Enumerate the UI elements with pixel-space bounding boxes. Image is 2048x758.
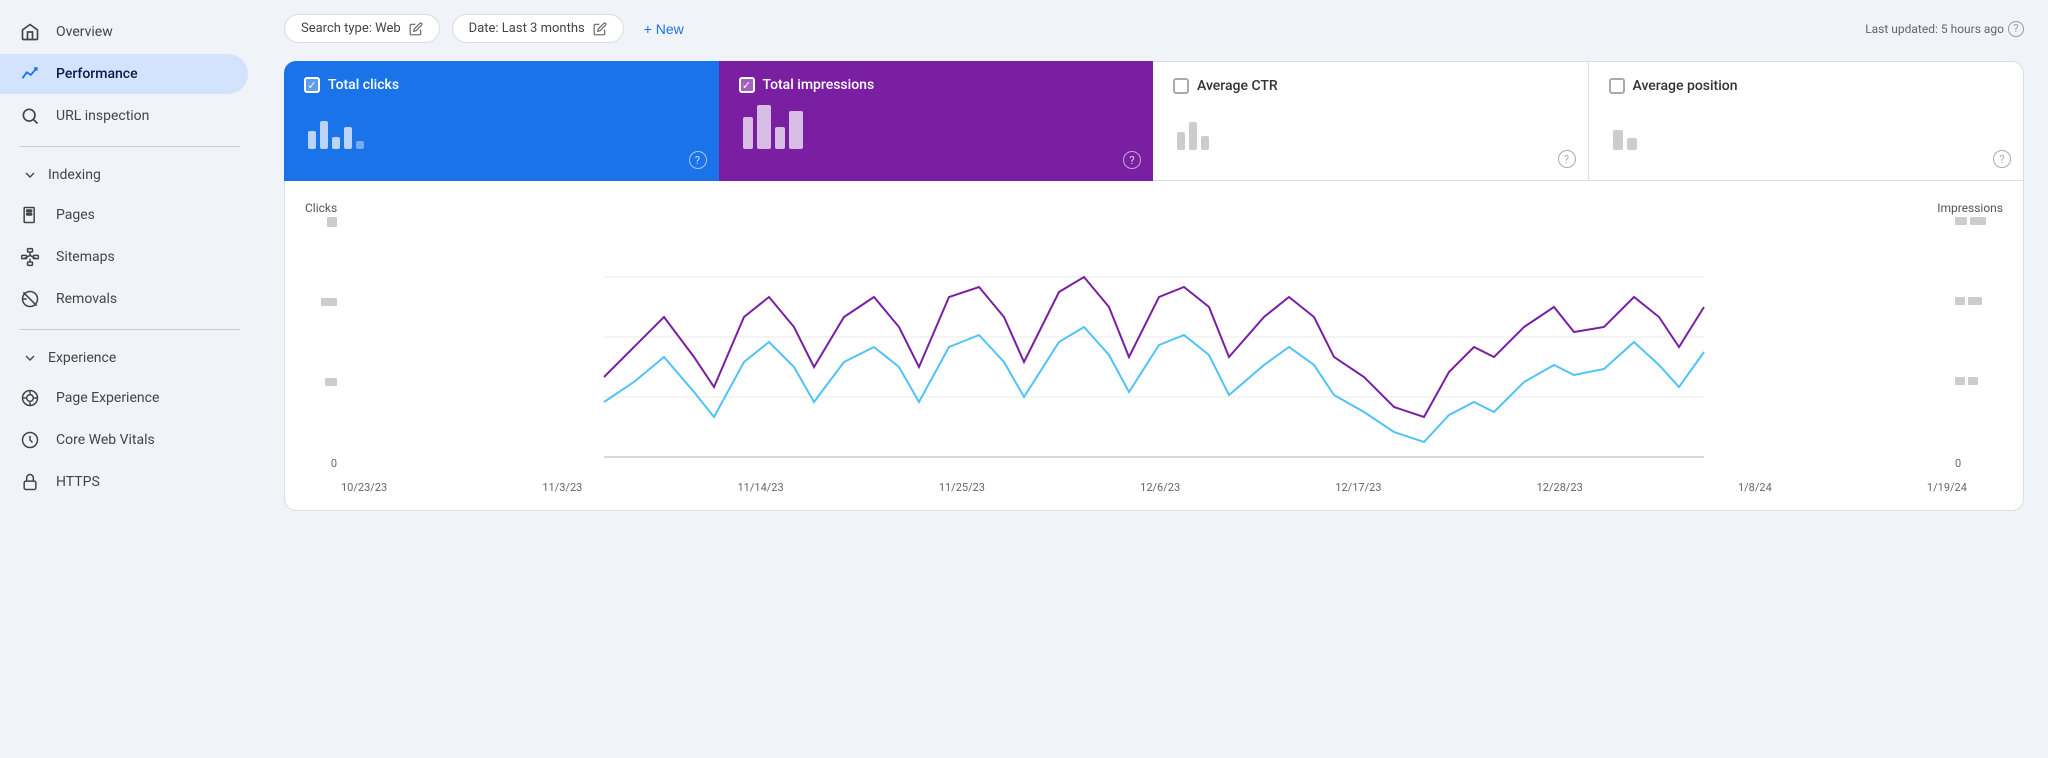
metric-average-position[interactable]: Average position ? — [1589, 61, 2025, 181]
sidebar-section-indexing-label: Indexing — [48, 167, 101, 183]
sidebar-item-removals-label: Removals — [56, 291, 117, 307]
metrics-row: ✓ Total clicks ? ✓ Total impressions — [284, 61, 2024, 181]
chart-left-label: Clicks — [305, 201, 337, 215]
sidebar-item-removals[interactable]: Removals — [0, 279, 248, 319]
sidebar-divider-2 — [20, 329, 240, 330]
sidebar-divider-1 — [20, 146, 240, 147]
checkbox-total-impressions[interactable]: ✓ — [739, 77, 755, 93]
metric-impressions-help[interactable]: ? — [1123, 151, 1141, 169]
sidebar-item-core-web-vitals-label: Core Web Vitals — [56, 432, 155, 448]
sidebar-item-page-experience-label: Page Experience — [56, 390, 159, 406]
metric-total-impressions-label: Total impressions — [763, 77, 875, 93]
x-label-7: 1/8/24 — [1738, 481, 1772, 494]
y-label-zero-left: 0 — [331, 457, 337, 470]
x-label-8: 1/19/24 — [1927, 481, 1967, 494]
x-label-5: 12/17/23 — [1335, 481, 1381, 494]
y-label-mid-left — [321, 298, 337, 306]
sidebar-section-experience-label: Experience — [48, 350, 116, 366]
checkbox-total-clicks[interactable]: ✓ — [304, 77, 320, 93]
metric-average-ctr[interactable]: Average CTR ? — [1153, 61, 1589, 181]
checkbox-average-position[interactable] — [1609, 78, 1625, 94]
x-label-4: 12/6/23 — [1140, 481, 1180, 494]
removals-icon — [20, 289, 40, 309]
date-label: Date: Last 3 months — [469, 21, 585, 36]
metric-total-impressions[interactable]: ✓ Total impressions ? — [719, 61, 1154, 181]
y-label-top-left — [327, 217, 337, 227]
sidebar-item-https-label: HTTPS — [56, 474, 100, 490]
sidebar-item-pages[interactable]: Pages — [0, 195, 248, 235]
sidebar-section-experience[interactable]: Experience — [0, 340, 260, 376]
new-button[interactable]: + New — [636, 15, 692, 43]
metric-average-position-label: Average position — [1633, 78, 1738, 94]
x-axis-labels: 10/23/23 11/3/23 11/14/23 11/25/23 12/6/… — [305, 477, 2003, 494]
search-type-filter[interactable]: Search type: Web — [284, 14, 440, 43]
chevron-down-icon-2 — [20, 348, 40, 368]
checkbox-average-ctr[interactable] — [1173, 78, 1189, 94]
y-label-zero-right: 0 — [1955, 457, 1961, 470]
sidebar-item-performance[interactable]: Performance — [0, 54, 248, 94]
core-web-vitals-icon — [20, 430, 40, 450]
chevron-down-icon — [20, 165, 40, 185]
x-label-3: 11/25/23 — [939, 481, 985, 494]
sidebar-item-https[interactable]: HTTPS — [0, 462, 248, 502]
metric-total-clicks[interactable]: ✓ Total clicks ? — [284, 61, 719, 181]
new-label: + New — [644, 21, 684, 37]
metric-ctr-help[interactable]: ? — [1558, 150, 1576, 168]
sidebar-item-sitemaps-label: Sitemaps — [56, 249, 115, 265]
sidebar-item-pages-label: Pages — [56, 207, 95, 223]
page-experience-icon — [20, 388, 40, 408]
x-label-6: 12/28/23 — [1537, 481, 1583, 494]
chart-container: Clicks Impressions 0 — [284, 181, 2024, 511]
sidebar-item-overview[interactable]: Overview — [0, 12, 248, 52]
x-label-2: 11/14/23 — [737, 481, 783, 494]
metric-clicks-help[interactable]: ? — [689, 151, 707, 169]
home-icon — [20, 22, 40, 42]
pages-icon — [20, 205, 40, 225]
edit-icon — [409, 22, 423, 36]
x-label-0: 10/23/23 — [341, 481, 387, 494]
sidebar-item-url-inspection[interactable]: URL inspection — [0, 96, 248, 136]
https-icon — [20, 472, 40, 492]
sidebar-item-overview-label: Overview — [56, 24, 113, 40]
sidebar: Overview Performance URL inspection Inde… — [0, 0, 260, 758]
trending-up-icon — [20, 64, 40, 84]
edit-date-icon — [593, 22, 607, 36]
sidebar-section-indexing[interactable]: Indexing — [0, 157, 260, 193]
info-icon: ? — [2008, 21, 2024, 37]
metric-total-clicks-label: Total clicks — [328, 77, 399, 93]
performance-chart — [341, 217, 1967, 477]
main-content: Search type: Web Date: Last 3 months + N… — [260, 0, 2048, 758]
sidebar-item-core-web-vitals[interactable]: Core Web Vitals — [0, 420, 248, 460]
sidebar-item-url-inspection-label: URL inspection — [56, 108, 149, 124]
metric-average-ctr-label: Average CTR — [1197, 78, 1278, 94]
sidebar-item-performance-label: Performance — [56, 66, 138, 82]
last-updated-text: Last updated: 5 hours ago — [1865, 22, 2004, 36]
sidebar-item-sitemaps[interactable]: Sitemaps — [0, 237, 248, 277]
sidebar-item-page-experience[interactable]: Page Experience — [0, 378, 248, 418]
sitemaps-icon — [20, 247, 40, 267]
topbar: Search type: Web Date: Last 3 months + N… — [284, 0, 2024, 61]
search-type-label: Search type: Web — [301, 21, 401, 36]
last-updated: Last updated: 5 hours ago ? — [1865, 21, 2024, 37]
chart-right-label: Impressions — [1937, 201, 2003, 215]
x-label-1: 11/3/23 — [542, 481, 582, 494]
y-label-bot-left — [325, 378, 337, 386]
search-icon — [20, 106, 40, 126]
metric-position-help[interactable]: ? — [1993, 150, 2011, 168]
date-filter[interactable]: Date: Last 3 months — [452, 14, 624, 43]
